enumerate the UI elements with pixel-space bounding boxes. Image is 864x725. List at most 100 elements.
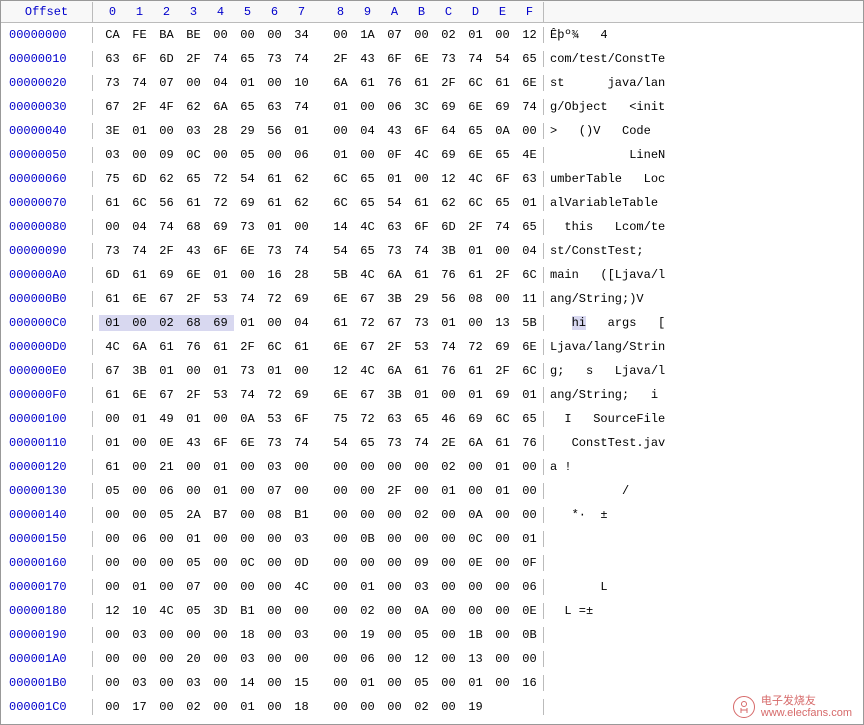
hex-byte[interactable]: 00: [327, 459, 354, 475]
hex-byte[interactable]: 74: [234, 291, 261, 307]
data-row[interactable]: 000000403E010003282956010004436F64650A00…: [1, 119, 863, 143]
hex-byte[interactable]: 12: [327, 363, 354, 379]
hex-byte[interactable]: 6C: [462, 195, 489, 211]
hex-byte[interactable]: 2F: [381, 483, 408, 499]
hex-byte[interactable]: 00: [207, 651, 234, 667]
hex-byte[interactable]: 03: [408, 579, 435, 595]
hex-byte[interactable]: 05: [153, 507, 180, 523]
hex-byte[interactable]: 12: [99, 603, 126, 619]
hex-byte[interactable]: 00: [99, 651, 126, 667]
hex-byte[interactable]: 13: [462, 651, 489, 667]
hex-byte[interactable]: 3C: [408, 99, 435, 115]
ascii-cell[interactable]: [544, 531, 863, 547]
hex-byte[interactable]: 00: [462, 483, 489, 499]
hex-byte[interactable]: 00: [261, 531, 288, 547]
hex-byte[interactable]: 00: [435, 699, 462, 715]
data-row[interactable]: 0000018012104C053DB100000002000A0000000E…: [1, 599, 863, 623]
data-row[interactable]: 00000170000100070000004C0001000300000006…: [1, 575, 863, 599]
data-row[interactable]: 000001A000000020000300000006001200130000: [1, 647, 863, 671]
hex-byte[interactable]: 73: [234, 219, 261, 235]
hex-byte[interactable]: 05: [180, 555, 207, 571]
hex-byte[interactable]: 01: [288, 123, 315, 139]
hex-byte[interactable]: 67: [153, 387, 180, 403]
hex-byte[interactable]: 62: [435, 195, 462, 211]
hex-byte[interactable]: 61: [99, 291, 126, 307]
data-row[interactable]: 0000010000014901000A536F7572636546696C65…: [1, 407, 863, 431]
hex-byte[interactable]: 00: [489, 531, 516, 547]
data-row[interactable]: 0000016000000005000C000D00000009000E000F: [1, 551, 863, 575]
hex-byte[interactable]: 00: [153, 555, 180, 571]
hex-byte[interactable]: 0B: [516, 627, 543, 643]
hex-byte[interactable]: 3B: [381, 291, 408, 307]
data-row[interactable]: 000000A06D61696E010016285B4C6A6176612F6C…: [1, 263, 863, 287]
hex-byte[interactable]: 00: [261, 651, 288, 667]
hex-byte[interactable]: 00: [153, 579, 180, 595]
hex-byte[interactable]: 2F: [153, 243, 180, 259]
hex-byte[interactable]: 2F: [180, 387, 207, 403]
hex-byte[interactable]: 00: [126, 507, 153, 523]
hex-byte[interactable]: 61: [408, 195, 435, 211]
hex-byte[interactable]: 61: [408, 267, 435, 283]
hex-byte[interactable]: 00: [234, 507, 261, 523]
hex-byte[interactable]: 69: [435, 99, 462, 115]
hex-byte[interactable]: 00: [261, 555, 288, 571]
hex-byte[interactable]: 00: [327, 507, 354, 523]
hex-byte[interactable]: 6E: [408, 51, 435, 67]
hex-byte[interactable]: 19: [462, 699, 489, 715]
hex-byte[interactable]: 67: [354, 291, 381, 307]
hex-byte[interactable]: 00: [516, 459, 543, 475]
hex-byte[interactable]: 00: [462, 459, 489, 475]
hex-byte[interactable]: 67: [99, 99, 126, 115]
hex-byte[interactable]: 6E: [516, 75, 543, 91]
hex-byte[interactable]: 03: [288, 531, 315, 547]
hex-byte[interactable]: 0E: [153, 435, 180, 451]
hex-byte[interactable]: 00: [327, 603, 354, 619]
hex-byte[interactable]: 00: [288, 651, 315, 667]
hex-byte[interactable]: 6E: [126, 387, 153, 403]
hex-byte[interactable]: 00: [327, 651, 354, 667]
ascii-cell[interactable]: Êþº¾ 4: [544, 27, 863, 43]
hex-byte[interactable]: 04: [354, 123, 381, 139]
hex-byte[interactable]: 00: [126, 483, 153, 499]
hex-byte[interactable]: 61: [207, 339, 234, 355]
hex-byte[interactable]: 01: [435, 483, 462, 499]
hex-byte[interactable]: 01: [153, 363, 180, 379]
hex-byte[interactable]: 01: [327, 147, 354, 163]
data-row[interactable]: 0000002073740700040100106A6176612F6C616E…: [1, 71, 863, 95]
hex-byte[interactable]: 00: [126, 435, 153, 451]
hex-byte[interactable]: 00: [327, 123, 354, 139]
ascii-cell[interactable]: umberTable Loc: [544, 171, 863, 187]
hex-byte[interactable]: 01: [99, 435, 126, 451]
hex-byte[interactable]: 00: [381, 675, 408, 691]
hex-byte[interactable]: 09: [408, 555, 435, 571]
hex-byte[interactable]: 12: [435, 171, 462, 187]
data-row[interactable]: 000000E0673B010001730100124C6A6176612F6C…: [1, 359, 863, 383]
hex-byte[interactable]: 65: [180, 171, 207, 187]
hex-byte[interactable]: 01: [126, 411, 153, 427]
hex-byte[interactable]: 75: [99, 171, 126, 187]
ascii-cell[interactable]: main ([Ljava/l: [544, 267, 863, 283]
hex-byte[interactable]: 00: [126, 315, 153, 331]
hex-byte[interactable]: 56: [153, 195, 180, 211]
hex-byte[interactable]: 01: [462, 243, 489, 259]
hex-byte[interactable]: 00: [354, 555, 381, 571]
hex-byte[interactable]: 01: [180, 411, 207, 427]
hex-byte[interactable]: 02: [354, 603, 381, 619]
hex-byte[interactable]: 74: [435, 339, 462, 355]
hex-byte[interactable]: 73: [261, 51, 288, 67]
data-row[interactable]: 00000060756D6265725461626C650100124C6F63…: [1, 167, 863, 191]
hex-byte[interactable]: 28: [288, 267, 315, 283]
hex-byte[interactable]: 02: [435, 27, 462, 43]
hex-byte[interactable]: 6F: [408, 123, 435, 139]
hex-byte[interactable]: 61: [180, 195, 207, 211]
hex-byte[interactable]: 01: [207, 459, 234, 475]
hex-byte[interactable]: B1: [288, 507, 315, 523]
hex-byte[interactable]: 00: [261, 315, 288, 331]
hex-byte[interactable]: 2E: [435, 435, 462, 451]
hex-byte[interactable]: 00: [261, 75, 288, 91]
hex-byte[interactable]: 00: [516, 651, 543, 667]
hex-byte[interactable]: 09: [153, 147, 180, 163]
hex-byte[interactable]: 02: [180, 699, 207, 715]
hex-byte[interactable]: 0E: [462, 555, 489, 571]
hex-byte[interactable]: 17: [126, 699, 153, 715]
